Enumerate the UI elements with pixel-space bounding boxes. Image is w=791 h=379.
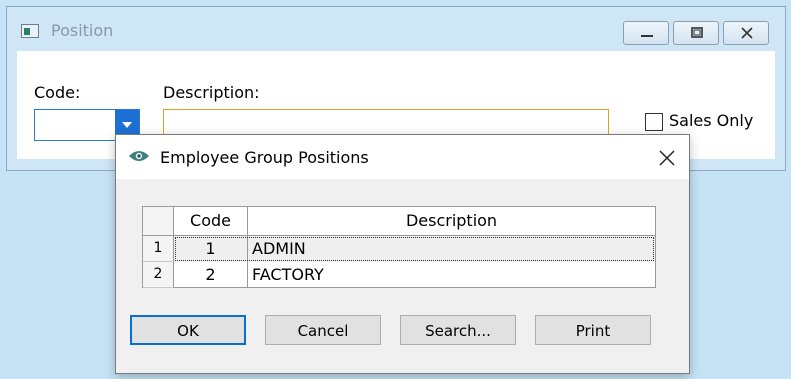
table-row[interactable]: 2 2 FACTORY [143, 262, 655, 288]
close-window-button[interactable] [723, 21, 769, 45]
row-code[interactable]: 1 [174, 236, 248, 262]
description-label: Description: [163, 83, 260, 102]
eye-icon [129, 151, 149, 161]
row-number: 1 [143, 236, 174, 262]
row-description[interactable]: ADMIN [248, 236, 655, 262]
restore-icon [691, 27, 703, 38]
ok-button[interactable]: OK [130, 315, 246, 345]
minimize-icon [641, 35, 653, 37]
app-icon [21, 24, 39, 38]
search-button[interactable]: Search... [400, 315, 516, 345]
cancel-button[interactable]: Cancel [265, 315, 381, 345]
chevron-down-icon [122, 122, 132, 128]
dialog-titlebar[interactable]: Employee Group Positions [116, 135, 689, 179]
employee-group-positions-dialog: Employee Group Positions Code Descriptio… [115, 134, 690, 374]
row-code[interactable]: 2 [174, 262, 248, 288]
row-description[interactable]: FACTORY [248, 262, 655, 288]
header-description[interactable]: Description [248, 207, 655, 235]
header-code[interactable]: Code [174, 207, 248, 235]
sales-only-label[interactable]: Sales Only [669, 111, 753, 130]
code-label: Code: [34, 83, 81, 102]
close-icon [741, 27, 753, 39]
minimize-button[interactable] [623, 21, 669, 45]
maximize-button[interactable] [673, 21, 719, 45]
table-header-row: Code Description [143, 207, 655, 236]
close-icon[interactable] [657, 148, 677, 168]
print-button[interactable]: Print [535, 315, 651, 345]
sales-only-checkbox[interactable] [645, 113, 663, 131]
dialog-title: Employee Group Positions [160, 148, 369, 167]
table-row[interactable]: 1 1 ADMIN [143, 236, 655, 262]
row-number: 2 [143, 262, 174, 288]
position-titlebar[interactable]: Position [7, 7, 785, 51]
position-window-title: Position [51, 21, 114, 40]
positions-table: Code Description 1 1 ADMIN 2 2 FACTORY [142, 206, 656, 288]
header-row-number [143, 207, 174, 235]
